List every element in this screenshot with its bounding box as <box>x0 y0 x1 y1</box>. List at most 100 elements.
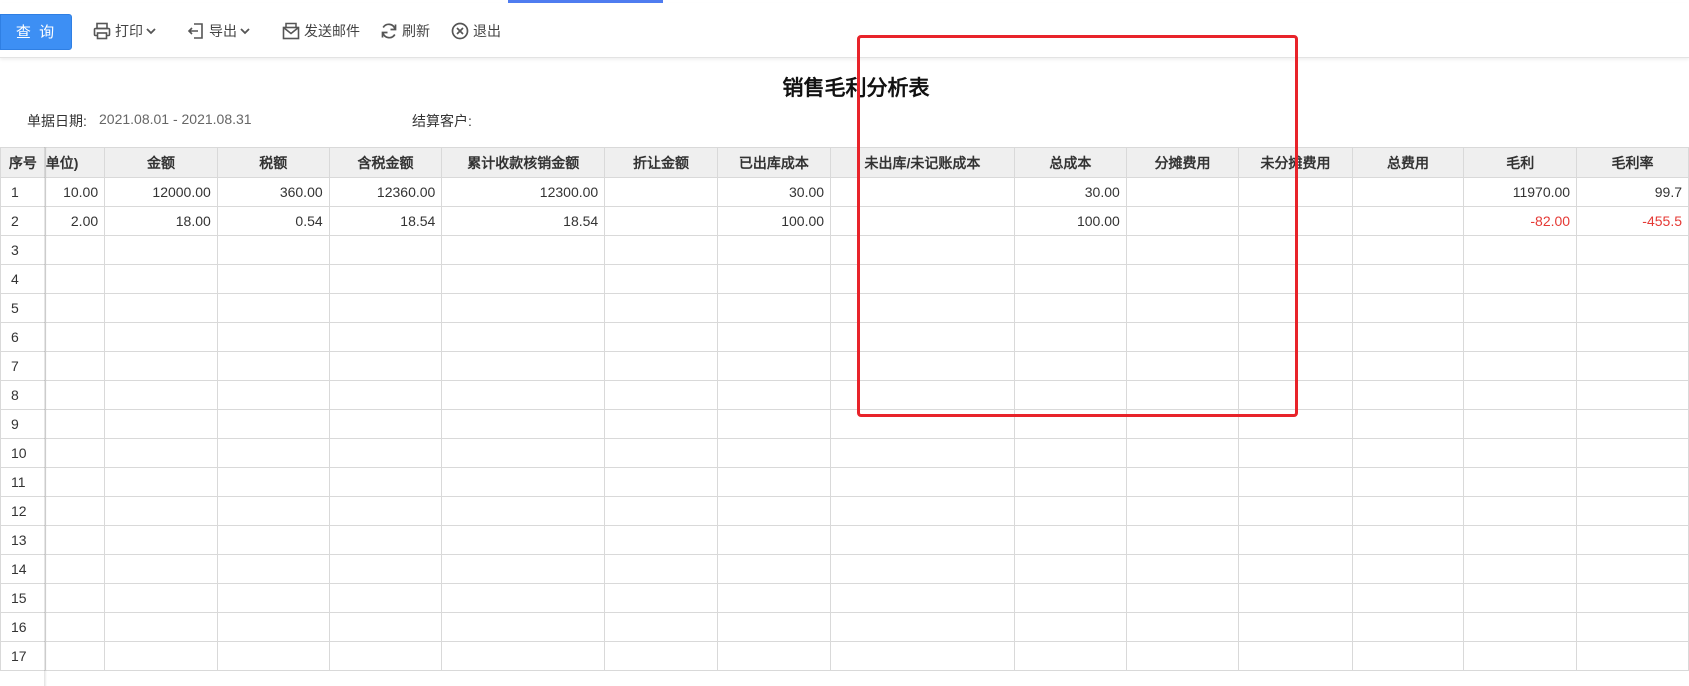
table-cell[interactable] <box>716 438 832 468</box>
table-row[interactable]: 13 <box>0 525 1689 555</box>
send-email-button[interactable]: 发送邮件 <box>281 19 360 43</box>
table-cell[interactable] <box>1576 438 1689 468</box>
table-cell[interactable] <box>1125 351 1240 381</box>
row-number-cell[interactable]: 5 <box>0 293 46 323</box>
table-cell[interactable] <box>44 351 106 381</box>
table-cell[interactable] <box>1125 554 1240 584</box>
table-cell[interactable] <box>1013 612 1127 642</box>
table-cell[interactable] <box>830 206 1015 236</box>
table-cell[interactable] <box>1463 293 1578 323</box>
table-cell[interactable] <box>1351 525 1465 555</box>
table-cell[interactable] <box>830 264 1015 294</box>
table-cell[interactable] <box>1013 554 1127 584</box>
table-cell[interactable]: 100.00 <box>716 206 832 236</box>
table-cell[interactable]: 11970.00 <box>1463 177 1578 207</box>
table-cell[interactable] <box>1013 322 1127 352</box>
table-cell[interactable] <box>328 351 443 381</box>
table-cell[interactable]: -82.00 <box>1463 206 1578 236</box>
table-cell[interactable]: 18.54 <box>441 206 606 236</box>
row-number-cell[interactable]: 3 <box>0 235 46 265</box>
table-cell[interactable] <box>1351 322 1465 352</box>
table-cell[interactable] <box>1576 409 1689 439</box>
row-number-cell[interactable]: 1 <box>0 177 46 207</box>
table-cell[interactable]: 12360.00 <box>328 177 443 207</box>
row-number-cell[interactable]: 8 <box>0 380 46 410</box>
table-cell[interactable] <box>216 293 330 323</box>
table-cell[interactable] <box>328 293 443 323</box>
table-cell[interactable] <box>1238 264 1353 294</box>
table-cell[interactable] <box>44 264 106 294</box>
table-cell[interactable] <box>44 583 106 613</box>
table-cell[interactable] <box>716 235 832 265</box>
table-cell[interactable] <box>830 554 1015 584</box>
table-cell[interactable] <box>328 612 443 642</box>
table-row[interactable]: 14 <box>0 554 1689 584</box>
table-cell[interactable] <box>44 641 106 671</box>
table-cell[interactable] <box>830 322 1015 352</box>
query-button[interactable]: 查 询 <box>0 14 72 50</box>
table-cell[interactable] <box>604 612 718 642</box>
table-cell[interactable] <box>1576 380 1689 410</box>
table-cell[interactable] <box>604 438 718 468</box>
table-cell[interactable] <box>1463 409 1578 439</box>
table-cell[interactable] <box>830 235 1015 265</box>
table-cell[interactable] <box>1351 409 1465 439</box>
table-cell[interactable] <box>1351 293 1465 323</box>
table-cell[interactable] <box>1238 583 1353 613</box>
table-cell[interactable] <box>1238 293 1353 323</box>
table-cell[interactable] <box>104 583 218 613</box>
table-cell[interactable] <box>604 293 718 323</box>
table-cell[interactable] <box>1013 641 1127 671</box>
table-cell[interactable] <box>1238 496 1353 526</box>
table-row[interactable]: 16 <box>0 612 1689 642</box>
table-cell[interactable] <box>104 322 218 352</box>
row-number-cell[interactable]: 6 <box>0 322 46 352</box>
table-cell[interactable] <box>604 206 718 236</box>
table-cell[interactable] <box>104 496 218 526</box>
table-cell[interactable] <box>1125 438 1240 468</box>
table-cell[interactable] <box>1013 496 1127 526</box>
table-cell[interactable] <box>1576 235 1689 265</box>
table-cell[interactable] <box>1351 583 1465 613</box>
table-cell[interactable]: 0.54 <box>216 206 330 236</box>
table-cell[interactable] <box>1351 380 1465 410</box>
table-cell[interactable] <box>1013 235 1127 265</box>
row-number-cell[interactable]: 4 <box>0 264 46 294</box>
table-cell[interactable]: 100.00 <box>1013 206 1127 236</box>
table-cell[interactable] <box>716 409 832 439</box>
table-cell[interactable] <box>441 641 606 671</box>
table-cell[interactable] <box>1238 351 1353 381</box>
table-cell[interactable] <box>441 554 606 584</box>
table-row[interactable]: 10 <box>0 438 1689 468</box>
table-cell[interactable] <box>1013 409 1127 439</box>
table-cell[interactable] <box>104 525 218 555</box>
table-cell[interactable] <box>104 293 218 323</box>
table-cell[interactable] <box>44 293 106 323</box>
table-cell[interactable] <box>1576 525 1689 555</box>
table-cell[interactable] <box>1013 293 1127 323</box>
table-cell[interactable] <box>830 177 1015 207</box>
row-number-cell[interactable]: 15 <box>0 583 46 613</box>
table-cell[interactable] <box>604 322 718 352</box>
table-cell[interactable] <box>1125 235 1240 265</box>
table-cell[interactable] <box>1463 438 1578 468</box>
table-cell[interactable] <box>1013 380 1127 410</box>
table-cell[interactable] <box>1351 438 1465 468</box>
table-cell[interactable] <box>1463 554 1578 584</box>
table-cell[interactable] <box>1125 641 1240 671</box>
row-number-cell[interactable]: 9 <box>0 409 46 439</box>
column-header[interactable]: 累计收款核销金额 <box>441 147 606 178</box>
table-cell[interactable] <box>1576 583 1689 613</box>
table-cell[interactable] <box>104 409 218 439</box>
export-button[interactable]: 导出 <box>186 19 251 43</box>
table-row[interactable]: 12 <box>0 496 1689 526</box>
table-cell[interactable] <box>1125 264 1240 294</box>
table-cell[interactable] <box>1576 612 1689 642</box>
table-cell[interactable] <box>441 496 606 526</box>
table-cell[interactable] <box>1238 525 1353 555</box>
table-cell[interactable] <box>441 264 606 294</box>
table-cell[interactable] <box>216 496 330 526</box>
row-number-cell[interactable]: 16 <box>0 612 46 642</box>
table-cell[interactable] <box>216 235 330 265</box>
column-header[interactable]: 折让金额 <box>604 147 718 178</box>
